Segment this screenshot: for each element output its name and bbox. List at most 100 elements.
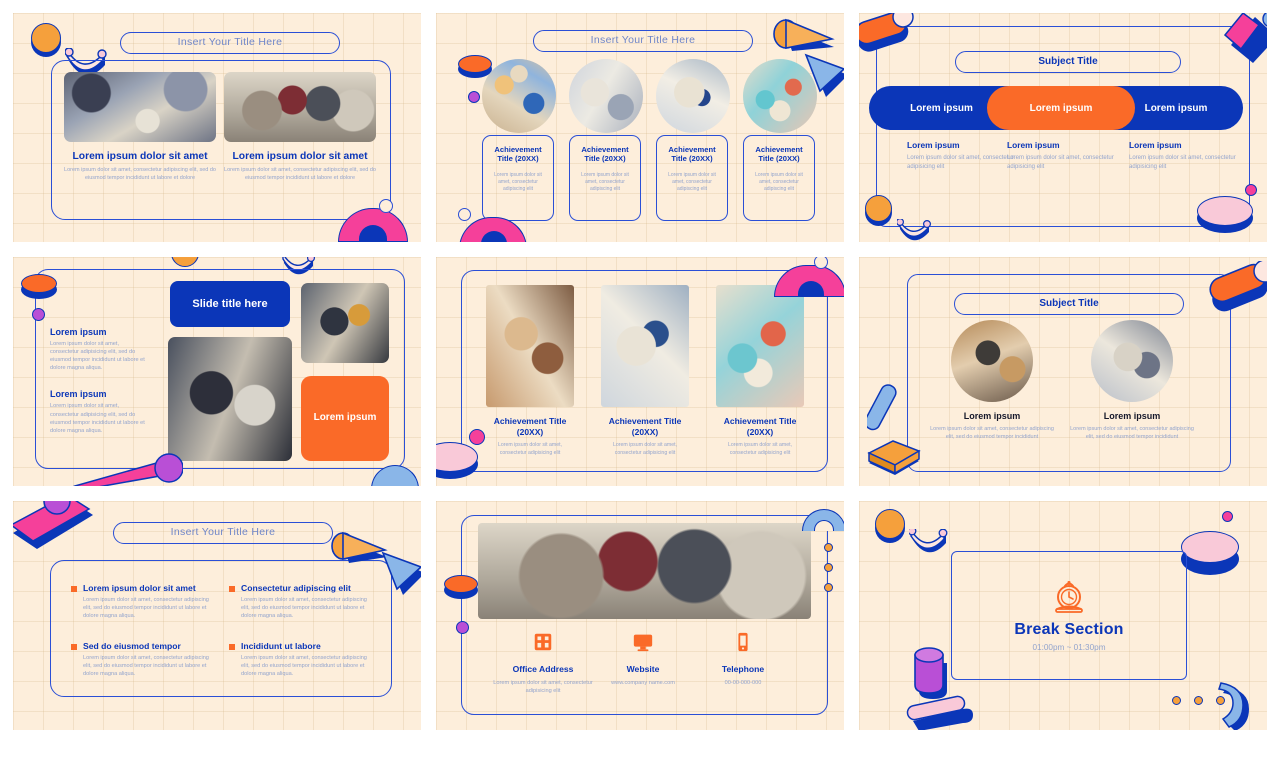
- orange-box-decor: [867, 440, 921, 475]
- page-dot[interactable]: [1216, 696, 1225, 705]
- step-heading: Lorem ipsum: [1007, 140, 1060, 150]
- contact-telephone: Telephone 00-00-000-000: [688, 631, 798, 687]
- profile-heading: Lorem ipsum: [963, 411, 1021, 421]
- bullet-heading: Lorem ipsum dolor sit amet: [83, 583, 196, 593]
- slide-7[interactable]: Insert Your Title Here Lorem ipsum dolor…: [13, 501, 421, 730]
- square-bullet-icon: [229, 644, 235, 650]
- bullet-body: Lorem ipsum dolor sit amet, consectetur …: [241, 655, 367, 678]
- orange-card[interactable]: Lorem ipsum: [301, 376, 389, 461]
- pink-wedge-decor: [73, 453, 183, 486]
- break-time: 01:00pm ~ 01:30pm: [1032, 643, 1106, 652]
- contact-website: Website www.company name.com: [588, 631, 698, 687]
- bullet-heading: Consectetur adipiscing elit: [241, 583, 351, 593]
- slide-1[interactable]: Insert Your Title Here Lorem ipsum dolor…: [13, 13, 421, 242]
- slide-5-column-1: Achievement Title (20XX) Lorem ipsum dol…: [486, 285, 574, 457]
- contact-body[interactable]: www.company name.com: [588, 679, 698, 687]
- small-circle-decor: [458, 208, 471, 221]
- blue-wedge-decor: [381, 551, 421, 595]
- slide-3[interactable]: Subject Title Lorem ipsum Lorem ipsum Lo…: [859, 13, 1267, 242]
- slide-5[interactable]: Achievement Title (20XX) Lorem ipsum dol…: [436, 257, 844, 486]
- orange-capsule-decor: [859, 13, 914, 52]
- square-bullet-icon: [71, 644, 77, 650]
- monitor-icon: [633, 634, 653, 652]
- photo-ceramics-class: [951, 320, 1033, 402]
- page-dot[interactable]: [1172, 696, 1181, 705]
- step-body: Lorem ipsum dolor sit amet, consectetur …: [1007, 155, 1114, 170]
- slide-6-profile-2: Lorem ipsum Lorem ipsum dolor sit amet, …: [1067, 320, 1197, 442]
- card-heading: Achievement Title (20XX): [494, 145, 542, 164]
- card-heading: Achievement Title (20XX): [581, 145, 629, 164]
- card-body: Lorem ipsum dolor sit amet, consectetur …: [581, 171, 629, 193]
- contact-body: Lorem ipsum dolor sit amet, consectetur …: [493, 680, 593, 695]
- slide-2-title: Insert Your Title Here: [533, 30, 753, 52]
- column-body: Lorem ipsum dolor sit amet, consectetur …: [497, 442, 562, 456]
- photo-tshirt-printing: [601, 285, 689, 407]
- slide-9[interactable]: Break Section 01:00pm ~ 01:30pm: [859, 501, 1267, 730]
- page-dot[interactable]: [1194, 696, 1203, 705]
- achievement-card[interactable]: Achievement Title (20XX) Lorem ipsum dol…: [656, 135, 728, 221]
- photo-team-workshop-2: [569, 59, 643, 133]
- pink-dot-decor: [1245, 184, 1257, 196]
- office-building-icon: [534, 633, 552, 651]
- step-segment-2[interactable]: Lorem ipsum: [987, 86, 1135, 130]
- profile-heading: Lorem ipsum: [1103, 411, 1161, 421]
- block-heading: Lorem ipsum: [50, 389, 107, 400]
- block-body: Lorem ipsum dolor sit amet, consectetur …: [50, 341, 145, 372]
- mobile-phone-icon: [738, 632, 748, 652]
- contact-heading: Telephone: [721, 664, 765, 674]
- column-heading: Achievement Title (20XX): [493, 416, 567, 437]
- slide-4-text-column: Lorem ipsum Lorem ipsum dolor sit amet, …: [50, 327, 148, 452]
- card-body: Lorem ipsum dolor sit amet, consectetur …: [755, 171, 803, 193]
- slide-6[interactable]: Subject Title Lorem ipsum Lorem ipsum do…: [859, 257, 1267, 486]
- pink-dot-decor: [469, 429, 485, 445]
- photo-team-workshop-1: [482, 59, 556, 133]
- column-heading: Achievement Title (20XX): [723, 416, 797, 437]
- orange-dot-decor: [824, 543, 833, 552]
- photo-group-meeting: [478, 523, 811, 619]
- slide-8[interactable]: Office Address Lorem ipsum dolor sit ame…: [436, 501, 844, 730]
- orange-dot-decor: [824, 563, 833, 572]
- card-heading: Achievement Title (20XX): [668, 145, 716, 164]
- orange-capsule-decor: [1209, 261, 1267, 312]
- bullet-item: Consectetur adipiscing elit Lorem ipsum …: [229, 583, 369, 620]
- photo-woman-laptop: [168, 337, 292, 461]
- small-circle-decor: [379, 199, 393, 213]
- bullet-body: Lorem ipsum dolor sit amet, consectetur …: [83, 597, 209, 620]
- achievement-card[interactable]: Achievement Title (20XX) Lorem ipsum dol…: [569, 135, 641, 221]
- contact-body: 00-00-000-000: [724, 680, 762, 686]
- slide-1-content-box: Lorem ipsum dolor sit amet Lorem ipsum d…: [51, 60, 391, 220]
- square-bullet-icon: [229, 586, 235, 592]
- page-dots: [1172, 696, 1225, 705]
- bullet-item: Incididunt ut labore Lorem ipsum dolor s…: [229, 641, 369, 678]
- step-body: Lorem ipsum dolor sit amet, consectetur …: [907, 155, 1014, 170]
- contact-heading: Office Address: [512, 664, 574, 674]
- slide-5-column-3: Achievement Title (20XX) Lorem ipsum dol…: [716, 285, 804, 457]
- bullet-item: Sed do eiusmod tempor Lorem ipsum dolor …: [71, 641, 211, 678]
- achievement-card[interactable]: Achievement Title (20XX) Lorem ipsum dol…: [482, 135, 554, 221]
- column-heading: Lorem ipsum dolor sit amet: [232, 151, 368, 162]
- slide-6-title: Subject Title: [954, 293, 1184, 315]
- photo-pottery: [486, 285, 574, 407]
- slide-4-title: Slide title here: [170, 281, 290, 327]
- blue-stick-decor: [867, 384, 897, 431]
- column-body: Lorem ipsum dolor sit amet, consectetur …: [224, 167, 376, 181]
- column-body: Lorem ipsum dolor sit amet, consectetur …: [64, 167, 216, 181]
- slide-deck-grid: Insert Your Title Here Lorem ipsum dolor…: [0, 0, 1280, 760]
- column-heading: Achievement Title (20XX): [608, 416, 682, 437]
- photo-craft-desk: [716, 285, 804, 407]
- step-text-3: Lorem ipsum Lorem ipsum dolor sit amet, …: [1129, 140, 1239, 171]
- photo-team-workshop-3: [656, 59, 730, 133]
- slide-2[interactable]: Insert Your Title Here Achievement Title…: [436, 13, 844, 242]
- card-body: Lorem ipsum dolor sit amet, consectetur …: [668, 171, 716, 193]
- achievement-card[interactable]: Achievement Title (20XX) Lorem ipsum dol…: [743, 135, 815, 221]
- three-step-bar: Lorem ipsum Lorem ipsum Lorem ipsum: [869, 86, 1243, 130]
- column-body: Lorem ipsum dolor sit amet, consectetur …: [727, 442, 792, 456]
- photo-crowd-selfie: [301, 283, 389, 363]
- slide-7-title: Insert Your Title Here: [113, 522, 333, 544]
- contact-heading: Website: [626, 664, 660, 674]
- contact-office-address: Office Address Lorem ipsum dolor sit ame…: [488, 631, 598, 695]
- slide-4[interactable]: Lorem ipsum Lorem ipsum dolor sit amet, …: [13, 257, 421, 486]
- step-heading: Lorem ipsum: [1129, 140, 1182, 150]
- step-text-1: Lorem ipsum Lorem ipsum dolor sit amet, …: [907, 140, 1017, 171]
- photo-friends-circle: [224, 72, 376, 142]
